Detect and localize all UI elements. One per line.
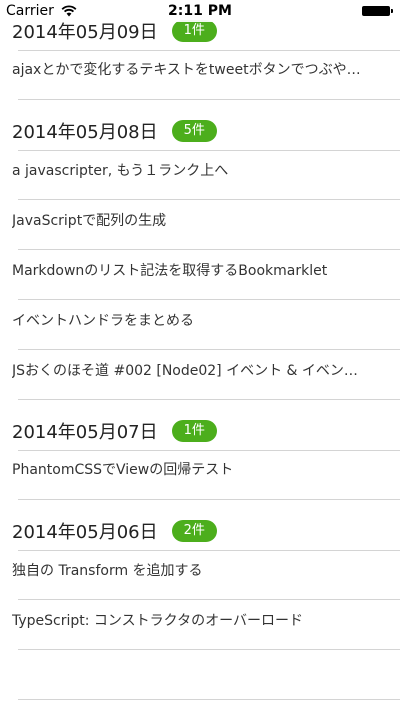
separator (18, 50, 400, 51)
list-item[interactable]: イベントハンドラをまとめる (12, 310, 384, 330)
list-item[interactable]: JSおくのほそ道 #002 [Node02] イベント & イベン… (12, 360, 384, 380)
count-badge: 5件 (171, 120, 217, 142)
separator (18, 499, 400, 500)
section-date: 2014年05月06日 (12, 522, 158, 543)
battery-icon (362, 6, 390, 16)
list-item[interactable]: 独自の Transform を追加する (12, 560, 384, 580)
battery-tip (391, 9, 393, 13)
status-bar: Carrier 2:11 PM (0, 0, 400, 22)
section-header: 2014年05月08日 5件 (12, 111, 217, 151)
section-date: 2014年05月07日 (12, 422, 158, 443)
section-date: 2014年05月08日 (12, 122, 158, 143)
list-item[interactable]: Markdownのリスト記法を取得するBookmarklet (12, 260, 384, 280)
count-badge: 1件 (171, 20, 217, 42)
separator (18, 299, 400, 300)
separator (18, 599, 400, 600)
entry-list: 2014年05月09日 1件 ajaxとかで変化するテキストをtweetボタンで… (0, 0, 400, 710)
separator (18, 550, 400, 551)
separator (18, 199, 400, 200)
list-item[interactable]: TypeScript: コンストラクタのオーバーロード (12, 610, 384, 630)
list-item[interactable]: ajaxとかで変化するテキストをtweetボタンでつぶや… (12, 59, 384, 79)
list-item[interactable]: PhantomCSSでViewの回帰テスト (12, 459, 384, 479)
clock: 2:11 PM (168, 3, 232, 19)
count-badge: 2件 (171, 520, 217, 542)
section-header: 2014年05月06日 2件 (12, 511, 217, 551)
list-item[interactable]: a javascripter, もう１ランク上へ (12, 160, 384, 180)
separator (18, 349, 400, 350)
separator (18, 249, 400, 250)
separator (18, 399, 400, 400)
count-badge: 1件 (171, 420, 217, 442)
list-item[interactable]: JavaScriptで配列の生成 (12, 210, 384, 230)
section-header: 2014年05月07日 1件 (12, 411, 217, 451)
separator (18, 649, 400, 650)
separator (18, 699, 400, 700)
separator (18, 150, 400, 151)
separator (18, 450, 400, 451)
separator (18, 99, 400, 100)
